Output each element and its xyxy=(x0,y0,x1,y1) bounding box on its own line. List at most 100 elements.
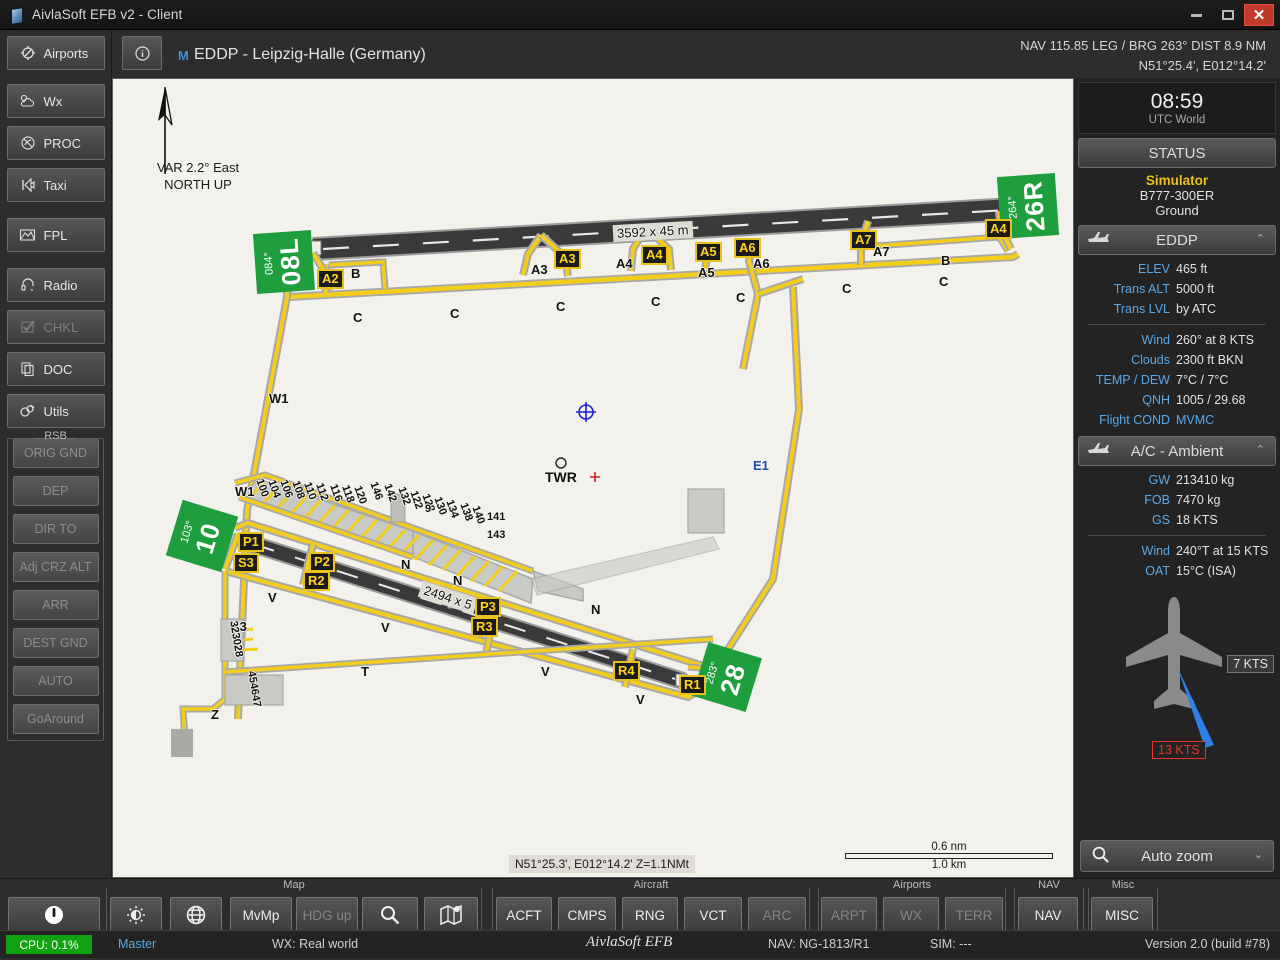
hotspot-r2[interactable]: R2 xyxy=(303,571,330,591)
hotspot-r1[interactable]: R1 xyxy=(679,675,706,695)
runway-end-bearing: 084° xyxy=(261,251,276,275)
taxiway-label-c-6: C xyxy=(842,281,852,296)
info-row: ELEV 465 ft xyxy=(1074,259,1280,279)
arc-button[interactable]: ARC xyxy=(748,897,806,933)
chevron-down-icon[interactable]: ⌄ xyxy=(1254,848,1263,861)
status-sim: SIM: --- xyxy=(930,937,972,951)
sidebar-item-wx[interactable]: Wx xyxy=(6,84,105,118)
nav-info-line1: NAV 115.85 LEG / BRG 263° DIST 8.9 NM xyxy=(1020,38,1266,53)
info-value: 2300 ft BKN xyxy=(1176,353,1244,367)
rsb-arr-button[interactable]: ARR xyxy=(12,590,99,620)
nav-button[interactable]: NAV xyxy=(1018,897,1078,933)
hotspot-p2[interactable]: P2 xyxy=(309,552,335,572)
info-value: 15°C (ISA) xyxy=(1176,564,1236,578)
ambient-header-label: A/C - Ambient xyxy=(1130,442,1224,460)
rsb-dep-button[interactable]: DEP xyxy=(12,476,99,506)
hotspot-a5[interactable]: A5 xyxy=(695,242,722,262)
rsb-goaround-button[interactable]: GoAround xyxy=(12,704,99,734)
taxiway-label-w1-apron: W1 xyxy=(235,484,255,499)
airport-panel-header[interactable]: EDDP ⌃ xyxy=(1078,225,1276,255)
hotspot-a6[interactable]: A6 xyxy=(734,238,761,258)
sidebar-item-fpl[interactable]: FPL xyxy=(6,218,105,252)
sidebar-item-label: Airports xyxy=(43,45,89,61)
close-icon[interactable]: ✕ xyxy=(1244,4,1274,26)
rsb-orig-gnd-button[interactable]: ORIG GND xyxy=(12,438,99,468)
info-key: TEMP / DEW xyxy=(1095,373,1170,387)
info-key: Wind xyxy=(1141,544,1170,558)
ambient-panel-header[interactable]: A/C - Ambient ⌃ xyxy=(1078,436,1276,466)
hotspot-r3[interactable]: R3 xyxy=(471,617,498,637)
sidebar-item-label: Taxi xyxy=(43,177,67,193)
hotspot-p3[interactable]: P3 xyxy=(475,597,501,617)
hotspot-p1[interactable]: P1 xyxy=(238,532,264,552)
info-key: Flight COND xyxy=(1099,413,1170,427)
map-layers-button[interactable] xyxy=(424,897,478,933)
info-row: GS 18 KTS xyxy=(1074,510,1280,530)
taxiway-label-v-3: V xyxy=(541,664,550,679)
arpt-button[interactable]: ARPT xyxy=(821,897,877,933)
auto-zoom-button[interactable]: Auto zoom ⌄ xyxy=(1080,840,1274,872)
hotspot-a4-east[interactable]: A4 xyxy=(985,219,1012,239)
maximize-button[interactable] xyxy=(1213,4,1242,26)
sidebar-item-utils[interactable]: Utils xyxy=(6,394,105,428)
taxiway-label-n-2: N xyxy=(453,573,463,588)
map-search-button[interactable] xyxy=(362,897,418,933)
hdg-up-button[interactable]: HDG up xyxy=(296,897,358,933)
info-key: Clouds xyxy=(1131,353,1170,367)
status-navdata: NAV: NG-1813/R1 xyxy=(768,937,870,951)
clock-label: UTC World xyxy=(1148,114,1206,126)
rsb-dest-gnd-button[interactable]: DEST GND xyxy=(12,628,99,658)
taxiway-label-c-5: C xyxy=(736,290,746,305)
status-panel-header[interactable]: STATUS xyxy=(1078,138,1276,168)
weather-icon xyxy=(18,92,38,110)
hotspot-r4[interactable]: R4 xyxy=(613,661,640,681)
power-button[interactable] xyxy=(8,897,100,933)
taxiway-label-v-2: V xyxy=(381,620,390,635)
sidebar-item-doc[interactable]: DOC xyxy=(6,352,105,386)
rsb-adj-crz-alt-button[interactable]: Adj CRZ ALT xyxy=(12,552,99,582)
chevron-up-icon[interactable]: ⌃ xyxy=(1256,232,1265,245)
runway-end-bearing: 264° xyxy=(1005,195,1020,219)
hotspot-a2[interactable]: A2 xyxy=(317,269,344,289)
minimize-button[interactable] xyxy=(1182,4,1211,26)
acft-button[interactable]: ACFT xyxy=(496,897,552,933)
power-icon xyxy=(45,906,63,924)
chevron-up-icon[interactable]: ⌃ xyxy=(1256,443,1265,456)
taxiway-label-a4: A4 xyxy=(616,256,633,271)
sidebar-item-airports[interactable]: Airports xyxy=(6,36,105,70)
rsb-auto-button[interactable]: AUTO xyxy=(12,666,99,696)
info-value: 18 KTS xyxy=(1176,513,1218,527)
airport-map[interactable]: 08L 084° 26R 264° 10 103° 28 283° 3592 x… xyxy=(112,78,1074,878)
info-key: GS xyxy=(1151,513,1170,527)
cmps-button[interactable]: CMPS xyxy=(558,897,616,933)
brightness-button[interactable] xyxy=(110,897,162,933)
info-row: QNH 1005 / 29.68 xyxy=(1074,390,1280,410)
status-simulator: Simulator xyxy=(1145,173,1209,188)
info-row: Wind 240°T at 15 KTS xyxy=(1074,541,1280,561)
misc-button[interactable]: MISC xyxy=(1091,897,1153,933)
airplane-icon xyxy=(1087,441,1111,460)
rsb-dir-to-button[interactable]: DIR TO xyxy=(12,514,99,544)
wx-button[interactable]: WX xyxy=(883,897,939,933)
sidebar-item-taxi[interactable]: Taxi xyxy=(6,168,105,202)
vct-button[interactable]: VCT xyxy=(684,897,742,933)
terr-button[interactable]: TERR xyxy=(945,897,1003,933)
toolbar-group-label: Map xyxy=(283,879,305,891)
hotspot-a4[interactable]: A4 xyxy=(641,245,668,265)
checklist-icon xyxy=(18,318,38,336)
airports-icon xyxy=(18,44,38,62)
globe-button[interactable] xyxy=(170,897,222,933)
rng-button[interactable]: RNG xyxy=(622,897,678,933)
hotspot-a3[interactable]: A3 xyxy=(554,249,581,269)
hotspot-s3[interactable]: S3 xyxy=(233,553,259,573)
mvmp-button[interactable]: MvMp xyxy=(230,897,292,933)
sidebar-divider-2 xyxy=(0,260,111,268)
stand-number: 28 xyxy=(231,643,246,659)
info-row: GW 213410 kg xyxy=(1074,470,1280,490)
sidebar-item-proc[interactable]: PROC xyxy=(6,126,105,160)
status-state: Ground xyxy=(1155,203,1199,218)
sidebar-item-radio[interactable]: Radio xyxy=(6,268,105,302)
info-button[interactable] xyxy=(122,36,162,70)
scale-km-label: 1.0 km xyxy=(931,859,967,871)
info-value: 213410 kg xyxy=(1176,473,1235,487)
